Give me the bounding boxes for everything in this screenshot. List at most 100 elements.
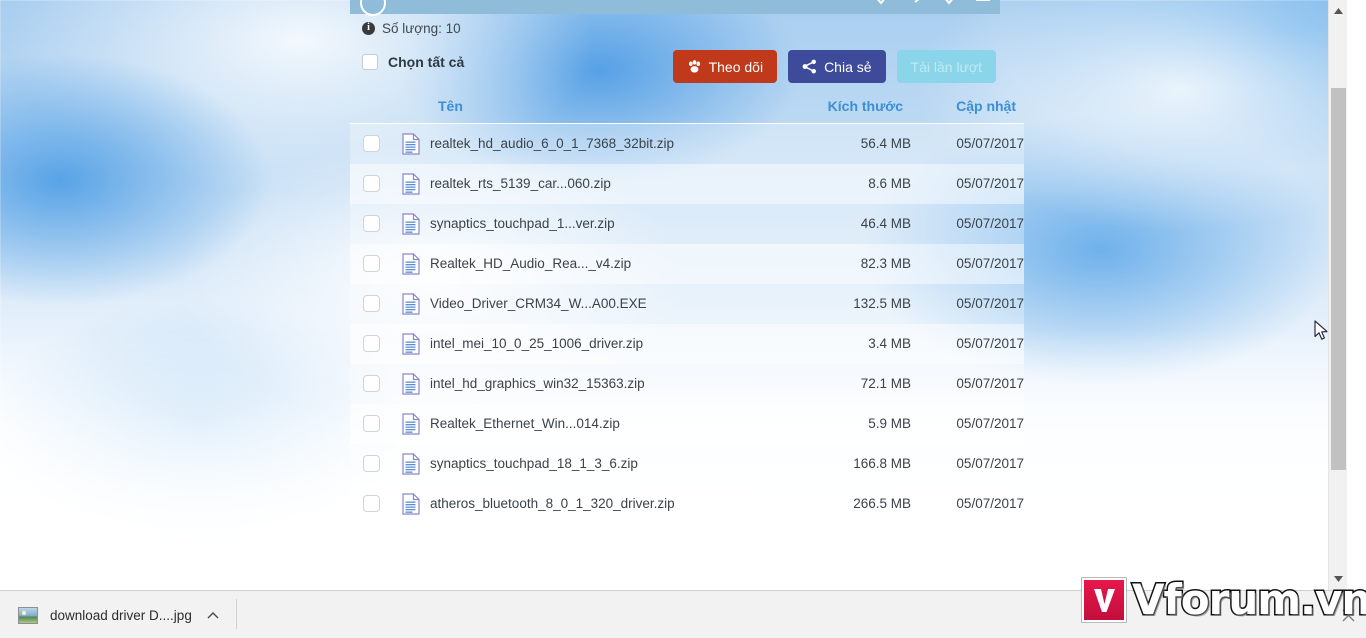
screenshot-viewport: i Số lượng: 10 Chọn tất cả Theo dõi Chia…	[0, 0, 1366, 638]
row-checkbox[interactable]	[362, 135, 380, 153]
select-all-checkbox[interactable]	[362, 54, 378, 70]
triangle-up-icon[interactable]	[1329, 2, 1347, 20]
page-scrollbar[interactable]	[1328, 0, 1347, 590]
file-date: 05/07/2017	[956, 296, 1024, 311]
download-item[interactable]: download driver D....jpg	[10, 595, 232, 635]
file-size: 56.4 MB	[860, 136, 911, 152]
row-checkbox[interactable]	[362, 255, 380, 272]
row-checkbox-cell	[350, 244, 392, 284]
watermark: Vforum.vn	[1082, 575, 1366, 624]
file-icon	[402, 252, 420, 275]
row-checkbox[interactable]	[362, 455, 380, 472]
row-icon-cell	[392, 284, 430, 324]
file-name[interactable]: synaptics_touchpad_18_1_3_6.zip	[430, 444, 793, 484]
file-size: 166.8 MB	[853, 456, 911, 471]
row-icon-cell	[392, 324, 430, 364]
row-checkbox[interactable]	[362, 295, 380, 312]
file-icon	[402, 412, 420, 435]
file-date: 05/07/2017	[956, 256, 1024, 271]
file-icon	[402, 372, 420, 395]
file-date: 05/07/2017	[956, 136, 1024, 152]
file-icon	[402, 492, 420, 515]
select-all-label: Chọn tất cả	[388, 54, 465, 70]
file-size: 3.4 MB	[868, 336, 911, 351]
row-checkbox[interactable]	[362, 495, 380, 512]
download-sequential-button[interactable]: Tải lần lượt	[896, 50, 996, 83]
row-icon-cell	[392, 164, 430, 204]
row-checkbox[interactable]	[362, 375, 380, 392]
select-all-control[interactable]: Chọn tất cả	[362, 54, 464, 70]
minimize-icon[interactable]	[974, 0, 992, 9]
image-thumbnail-icon	[18, 606, 38, 624]
row-checkbox[interactable]	[362, 335, 380, 352]
file-size: 266.5 MB	[853, 496, 911, 511]
file-icon	[402, 452, 420, 475]
chevron-down-icon[interactable]	[872, 0, 890, 9]
file-date: 05/07/2017	[956, 336, 1024, 351]
file-icon	[402, 292, 420, 315]
table-row[interactable]: intel_hd_graphics_win32_15363.zip 72.1 MB…	[350, 363, 1024, 404]
row-checkbox-cell	[350, 324, 392, 364]
action-row: Chọn tất cả Theo dõi Chia sẻ Tải lần lượ…	[350, 42, 1000, 94]
row-checkbox-cell	[350, 284, 392, 324]
file-name[interactable]: Realtek_HD_Audio_Rea..._v4.zip	[430, 244, 793, 284]
column-header-size[interactable]: Kích thước	[793, 94, 911, 124]
th-checkbox	[350, 94, 392, 124]
row-icon-cell	[392, 444, 430, 484]
panel-toolbar	[350, 0, 1000, 16]
row-checkbox-cell	[350, 164, 392, 204]
file-name[interactable]: realtek_rts_5139_car...060.zip	[430, 164, 793, 204]
info-icon: i	[362, 21, 375, 35]
row-checkbox[interactable]	[362, 215, 380, 232]
file-name[interactable]: Video_Driver_CRM34_W...A00.EXE	[430, 284, 793, 324]
file-icon	[402, 332, 420, 355]
chevron-up-icon[interactable]	[204, 606, 222, 624]
file-size: 82.3 MB	[860, 256, 911, 271]
table-row[interactable]: synaptics_touchpad_1...ver.zip 46.4 MB 05/…	[350, 203, 1024, 244]
file-date: 05/07/2017	[956, 376, 1024, 391]
table-row[interactable]: synaptics_touchpad_18_1_3_6.zip 166.8 MB 0…	[350, 443, 1024, 484]
action-buttons: Theo dõi Chia sẻ Tải lần lượt	[672, 50, 996, 83]
download-item-label: download driver D....jpg	[50, 607, 192, 623]
file-name[interactable]: atheros_bluetooth_8_0_1_320_driver.zip	[430, 484, 793, 524]
file-name[interactable]: intel_mei_10_0_25_1006_driver.zip	[430, 324, 793, 364]
row-icon-cell	[392, 364, 430, 404]
file-table-head: Tên Kích thước Cập nhật	[350, 94, 1024, 124]
file-name[interactable]: intel_hd_graphics_win32_15363.zip	[430, 364, 793, 404]
file-name[interactable]: Realtek_Ethernet_Win...014.zip	[430, 404, 793, 444]
th-icon	[392, 94, 430, 124]
share-button[interactable]: Chia sẻ	[788, 50, 886, 83]
column-header-date[interactable]: Cập nhật	[911, 94, 1024, 124]
table-row[interactable]: Realtek_Ethernet_Win...014.zip 5.9 MB 05/0…	[350, 403, 1024, 444]
table-row[interactable]: realtek_rts_5139_car...060.zip 8.6 MB 05/0…	[350, 163, 1024, 204]
vforum-logo-icon	[1082, 578, 1126, 622]
file-date: 05/07/2017	[956, 216, 1024, 231]
watermark-text: Vforum.vn	[1130, 575, 1366, 624]
follow-button[interactable]: Theo dõi	[672, 50, 778, 83]
row-checkbox[interactable]	[362, 175, 380, 192]
table-row[interactable]: intel_mei_10_0_25_1006_driver.zip 3.4 MB 0…	[350, 323, 1024, 364]
row-checkbox-cell	[350, 124, 392, 164]
column-header-name[interactable]: Tên	[430, 94, 793, 124]
scrollbar-thumb[interactable]	[1331, 88, 1346, 470]
file-date: 05/07/2017	[956, 496, 1024, 511]
row-icon-cell	[392, 484, 430, 524]
table-row[interactable]: Realtek_HD_Audio_Rea..._v4.zip 82.3 MB 05/…	[350, 243, 1024, 284]
table-row[interactable]: atheros_bluetooth_8_0_1_320_driver.zip 26…	[350, 483, 1024, 524]
file-size: 8.6 MB	[868, 176, 911, 191]
row-icon-cell	[392, 244, 430, 284]
row-checkbox[interactable]	[362, 415, 380, 432]
table-row[interactable]: Video_Driver_CRM34_W...A00.EXE 132.5 MB 05…	[350, 283, 1024, 324]
table-row[interactable]: realtek_hd_audio_6_0_1_7368_32bit.zip 56.…	[350, 123, 1024, 164]
file-name[interactable]: realtek_hd_audio_6_0_1_7368_32bit.zip	[430, 124, 793, 164]
file-date: 05/07/2017	[956, 176, 1024, 191]
file-name[interactable]: synaptics_touchpad_1...ver.zip	[430, 204, 793, 244]
download-button-label: Tải lần lượt	[910, 58, 982, 75]
download-bar-divider	[236, 599, 237, 629]
link-icon[interactable]	[906, 0, 924, 9]
panel-toolbar-icons	[872, 0, 992, 9]
follow-button-label: Theo dõi	[708, 58, 764, 75]
file-icon	[402, 172, 420, 195]
chevron-down-icon-2[interactable]	[940, 0, 958, 9]
share-icon	[802, 59, 817, 74]
